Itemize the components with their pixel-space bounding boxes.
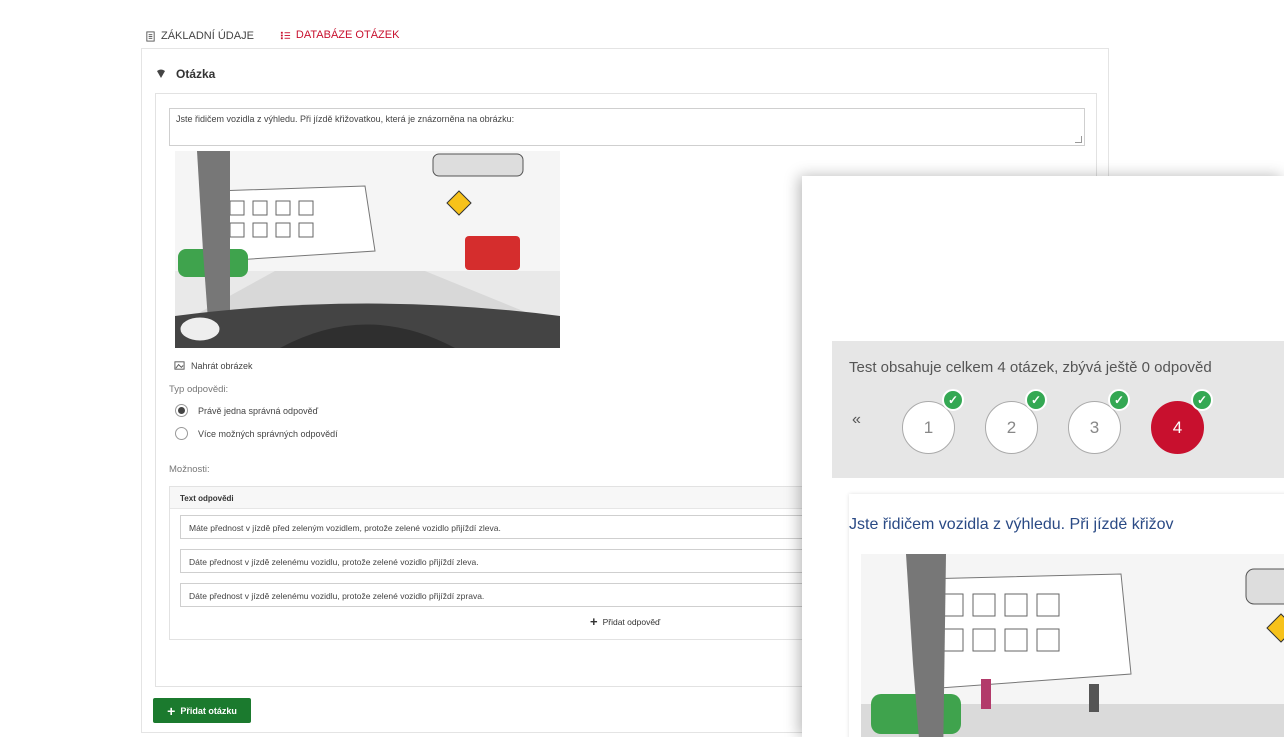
image-upload-icon xyxy=(174,361,185,370)
test-info-text: Test obsahuje celkem 4 otázek, zbývá ješ… xyxy=(849,359,1212,376)
answer-type-label: Typ odpovědi: xyxy=(169,384,229,395)
options-label: Možnosti: xyxy=(169,464,210,475)
question-heading[interactable]: Otázka xyxy=(156,67,215,81)
nav-back-button[interactable]: « xyxy=(852,411,861,429)
radio-indicator[interactable] xyxy=(175,427,188,440)
question-text-value: Jste řidičem vozidla z výhledu. Při jízd… xyxy=(176,114,515,124)
preview-question-image xyxy=(861,554,1284,737)
radio-multiple-answers-label: Více možných správných odpovědí xyxy=(198,428,338,439)
add-question-label: Přidat otázku xyxy=(180,705,237,716)
plus-icon: + xyxy=(167,702,176,719)
intersection-illustration xyxy=(175,151,560,348)
plus-icon: + xyxy=(590,614,598,629)
list-icon xyxy=(280,31,291,39)
document-icon xyxy=(146,30,155,42)
preview-question-title: Jste řidičem vozidla z výhledu. Při jízd… xyxy=(849,516,1174,533)
tab-basic-info-label: ZÁKLADNÍ ÚDAJE xyxy=(161,30,254,42)
tab-bar: ZÁKLADNÍ ÚDAJE DATABÁZE OTÁZEK xyxy=(143,22,402,50)
add-answer-button[interactable]: + Přidat odpověď xyxy=(590,614,660,629)
tab-question-database[interactable]: DATABÁZE OTÁZEK xyxy=(277,22,402,50)
radio-indicator[interactable] xyxy=(175,404,188,417)
tab-basic-info[interactable]: ZÁKLADNÍ ÚDAJE xyxy=(143,22,256,50)
add-question-button[interactable]: + Přidat otázku xyxy=(153,698,251,723)
check-icon: ✓ xyxy=(942,389,964,411)
question-image xyxy=(175,151,560,348)
resize-handle[interactable] xyxy=(1075,136,1082,143)
caret-down-icon xyxy=(157,69,165,78)
radio-single-answer-label: Právě jedna správná odpověď xyxy=(198,405,319,416)
question-heading-label: Otázka xyxy=(176,67,216,81)
check-icon: ✓ xyxy=(1108,389,1130,411)
radio-multiple-answers[interactable]: Více možných správných odpovědí xyxy=(175,427,338,440)
upload-image-button[interactable]: Nahrát obrázek xyxy=(174,360,253,371)
test-preview-overlay: Test obsahuje celkem 4 otázek, zbývá ješ… xyxy=(802,176,1284,737)
radio-single-answer[interactable]: Právě jedna správná odpověď xyxy=(175,404,318,417)
add-answer-label: Přidat odpověď xyxy=(602,616,661,627)
test-progress-bar: Test obsahuje celkem 4 otázek, zbývá ješ… xyxy=(832,341,1284,478)
question-text-input[interactable]: Jste řidičem vozidla z výhledu. Při jízd… xyxy=(169,108,1085,146)
check-icon: ✓ xyxy=(1025,389,1047,411)
preview-question-card: Jste řidičem vozidla z výhledu. Při jízd… xyxy=(849,494,1284,737)
check-icon: ✓ xyxy=(1191,389,1213,411)
tab-question-database-label: DATABÁZE OTÁZEK xyxy=(295,29,400,41)
upload-image-label: Nahrát obrázek xyxy=(191,360,253,371)
intersection-illustration xyxy=(861,554,1284,737)
